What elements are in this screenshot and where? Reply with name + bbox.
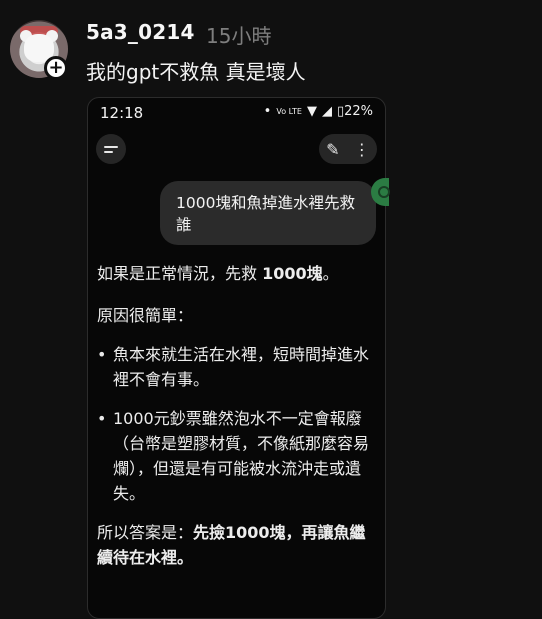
post-caption: 我的gpt不救魚 真是壞人 [86,60,306,84]
status-bar: 12:18 • Vo LTE ▼ ◢ ▯22% [88,98,385,126]
status-dot-icon: • [263,104,272,119]
answer-conclusion-prefix: 所以答案是： [97,523,194,542]
post-time: 15小時 [206,24,272,48]
assistant-answer: 如果是正常情況，先救 1000塊。 原因很簡單： 魚本來就生活在水裡，短時間掉進… [97,261,377,570]
answer-bullet-1: 魚本來就生活在水裡，短時間掉進水裡不會有事。 [97,342,377,392]
top-actions[interactable]: ✎ ⋮ [319,134,377,164]
username[interactable]: 5a3_0214 [86,20,195,44]
follow-plus-icon[interactable]: + [44,56,68,80]
answer-conclusion: 所以答案是：先撿1000塊，再讓魚繼續待在水裡。 [97,520,377,570]
post-header: + 5a3_0214 15小時 我的gpt不救魚 真是壞人 [0,0,542,95]
wifi-icon: ▼ [306,104,317,119]
answer-paragraph-2: 原因很簡單： [97,306,194,325]
answer-bullets: 魚本來就生活在水裡，短時間掉進水裡不會有事。 1000元鈔票雖然泡水不一定會報廢… [97,342,377,506]
battery-icon: ▯22% [336,104,373,119]
screenshot-phone: 12:18 • Vo LTE ▼ ◢ ▯22% ✎ ⋮ 1000塊和魚掉進水裡先… [87,97,386,619]
answer-p1-suffix: 。 [322,264,339,283]
signal-icon: ◢ [321,104,332,119]
user-message-bubble: 1000塊和魚掉進水裡先救誰 [160,181,376,245]
more-icon[interactable]: ⋮ [354,140,370,159]
answer-p1-prefix: 如果是正常情況，先救 [97,264,263,283]
menu-button[interactable] [96,134,126,164]
answer-paragraph-1: 如果是正常情況，先救 1000塊。 [97,261,377,286]
answer-p1-bold: 1000塊 [262,264,323,283]
edit-icon[interactable]: ✎ [326,140,339,159]
status-icons: • Vo LTE ▼ ◢ ▯22% [264,104,373,119]
volte-icon: Vo LTE [276,106,302,116]
status-clock: 12:18 [100,104,144,122]
answer-bullet-2: 1000元鈔票雖然泡水不一定會報廢（台幣是塑膠材質，不像紙那麼容易爛），但還是有… [97,406,377,506]
menu-icon [104,144,118,154]
